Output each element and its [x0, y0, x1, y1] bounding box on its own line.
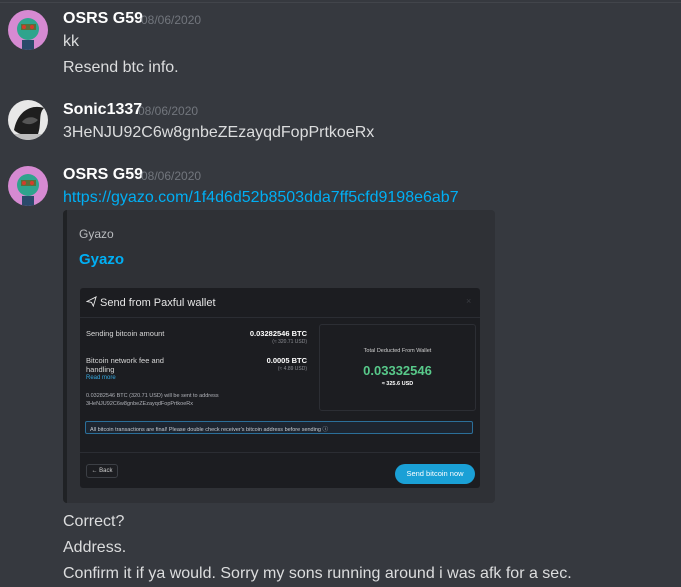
close-icon: × [466, 296, 472, 306]
message-text: Address. [63, 539, 127, 556]
warning-banner: All bitcoin transactions are final! Plea… [85, 421, 473, 434]
message-text: kk [63, 33, 79, 50]
amount-btc: 0.03282546 BTC [249, 329, 307, 338]
message-link[interactable]: https://gyazo.com/1f4d6d52b8503dda7ff5cf… [63, 189, 459, 207]
avatar-osrs-icon[interactable] [8, 166, 48, 206]
divider [80, 317, 480, 318]
message-text: Resend btc info. [63, 59, 179, 76]
username[interactable]: OSRS G59 [63, 166, 143, 184]
paper-plane-icon [86, 296, 97, 307]
sent-note: 0.03282546 BTC (320.71 USD) will be sent… [86, 393, 219, 399]
embed-provider[interactable]: Gyazo [79, 227, 114, 241]
username[interactable]: Sonic1337 [63, 101, 142, 119]
amount-label: Sending bitcoin amount [86, 329, 165, 338]
total-label: Total Deducted From Wallet [363, 348, 432, 354]
top-divider [0, 2, 681, 3]
message-text: 3HeNJU92C6w8gnbeZEzayqdFopPrtkoeRx [63, 124, 375, 141]
back-button: ← Back [86, 464, 118, 478]
total-box: Total Deducted From Wallet 0.03332546 ≈ … [319, 324, 476, 411]
message-text: Confirm it if ya would. Sorry my sons ru… [63, 565, 572, 582]
total-btc: 0.03332546 [363, 363, 432, 378]
timestamp: 08/06/2020 [141, 13, 202, 27]
fee-usd: (≈ 4.89 USD) [277, 366, 307, 372]
read-more-link: Read more [86, 375, 116, 381]
timestamp: 08/06/2020 [141, 169, 202, 183]
message-text: Correct? [63, 513, 125, 530]
timestamp: 08/06/2020 [138, 104, 199, 118]
divider [80, 452, 480, 453]
fee-label-line2: handling [86, 365, 115, 374]
fee-btc: 0.0005 BTC [266, 356, 307, 365]
username[interactable]: OSRS G59 [63, 10, 143, 28]
sent-address: 3HeNJU92C6w8gnbeZEzayqdFopPrtkoeRx [86, 401, 193, 407]
paxful-dialog-title: Send from Paxful wallet [100, 297, 216, 309]
send-bitcoin-button: Send bitcoin now [395, 464, 475, 484]
embed-image[interactable]: Send from Paxful wallet × Sending bitcoi… [80, 288, 480, 488]
fee-label: Bitcoin network fee and [86, 356, 164, 365]
avatar-osrs-icon[interactable] [8, 10, 48, 50]
embed-title[interactable]: Gyazo [79, 251, 124, 268]
total-usd: ≈ 325.6 USD [381, 381, 414, 387]
amount-usd: (≈ 320.71 USD) [272, 339, 307, 345]
avatar-sonic-icon[interactable] [8, 100, 48, 140]
link-embed: Gyazo Gyazo Send from Paxful wallet × Se… [63, 210, 495, 503]
